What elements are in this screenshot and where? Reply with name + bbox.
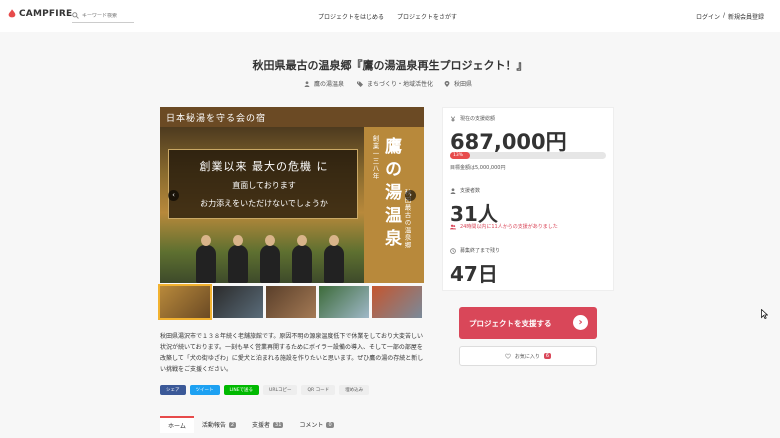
search-icon — [72, 12, 79, 19]
remaining-label: 募集終了まで残り — [450, 247, 500, 254]
next-slide-arrow[interactable]: › — [405, 190, 416, 201]
remaining-days: 47日 — [450, 262, 498, 286]
hero-top-caption: 日本秘湯を守る会の宿 — [166, 114, 267, 124]
goal-amount-text: 目標金額は5,000,000円 — [450, 165, 506, 171]
arrow-right-icon: › — [573, 315, 588, 330]
hero-banner: 創業以来 最大の危機 に 直面しております お力添えをいただけないでしょうか — [168, 149, 358, 219]
qr-code-button[interactable]: QR コード — [301, 385, 336, 395]
url-copy-button[interactable]: URLコピー — [263, 385, 298, 395]
url-copy-label: URLコピー — [269, 388, 292, 393]
side-main-name: 鷹の湯温泉 — [381, 137, 401, 252]
users-icon — [450, 224, 456, 229]
image-thumbnails — [158, 284, 424, 320]
tab-activity-reports[interactable]: 活動報告 2 — [194, 416, 244, 433]
hero-photo: 創業以来 最大の危機 に 直面しております お力添えをいただけないでしょうか — [160, 127, 364, 283]
thumbnail[interactable] — [372, 286, 422, 318]
line-share-button[interactable]: LINEで送る — [223, 385, 260, 395]
location-name: 秋田県 — [454, 81, 473, 88]
staff-figure — [196, 235, 216, 283]
logo-text: CAMPFIRE — [19, 9, 73, 19]
project-location[interactable]: 秋田県 — [444, 79, 472, 88]
project-category[interactable]: まちづくり・地域活性化 — [357, 79, 433, 88]
auth-links: ログイン / 新規会員登録 — [696, 12, 764, 21]
tab-label: 活動報告 — [201, 422, 226, 429]
tab-label: コメント — [299, 422, 324, 429]
goal-amount: 目標金額は5,000,000円 — [450, 164, 505, 171]
project-main-image[interactable]: 日本秘湯を守る会の宿 創業以来 最大の危機 に 直面しております お力添えをいた… — [160, 107, 424, 283]
prev-slide-arrow[interactable]: ‹ — [168, 190, 179, 201]
backers-label-text: 支援者数 — [460, 188, 481, 194]
project-owner[interactable]: 鷹の湯温泉 — [304, 79, 344, 88]
current-amount-label: 現在の支援総額 — [450, 115, 495, 122]
staff-figure — [292, 235, 312, 283]
thumbnail[interactable] — [266, 286, 316, 318]
thumbnail[interactable] — [213, 286, 263, 318]
flame-icon — [8, 9, 16, 18]
support-project-button[interactable]: プロジェクトを支援する › — [459, 307, 597, 339]
tab-count-badge: 0 — [326, 421, 334, 428]
current-amount-label-text: 現在の支援総額 — [460, 116, 496, 122]
recent-backers-text: 24時間以内に11人からの支援がありました — [460, 224, 558, 230]
favorite-label: お気に入り — [514, 353, 540, 360]
hero-side-panel: 創業一三八年 秋田最古の温泉郷 鷹の湯温泉 — [364, 127, 424, 283]
staff-figure — [260, 235, 280, 283]
tab-home[interactable]: ホーム — [160, 416, 194, 433]
search-box[interactable] — [72, 9, 134, 23]
tab-count-badge: 31 — [273, 421, 284, 428]
staff-figure — [228, 235, 248, 283]
auth-separator: / — [722, 12, 725, 19]
mouse-cursor-icon — [761, 309, 768, 319]
location-pin-icon — [444, 80, 450, 87]
campfire-logo[interactable]: CAMPFIRE — [8, 9, 72, 19]
thumbnail[interactable] — [319, 286, 369, 318]
staff-figure — [324, 235, 344, 283]
twitter-share-button[interactable]: ツイート — [189, 385, 220, 395]
hero-top-strip: 日本秘湯を守る会の宿 — [160, 107, 424, 127]
embed-button[interactable]: 埋め込み — [339, 385, 370, 395]
favorite-count-badge: 6 — [543, 353, 552, 359]
staff-photo-group — [190, 235, 350, 283]
project-description: 秋田県湯沢市で１３８年続く老舗旅館です。原因不明の源泉温度低下で休業をしており大… — [160, 333, 424, 373]
site-header: CAMPFIRE プロジェクトをはじめる プロジェクトをさがす ログイン / 新… — [0, 0, 780, 32]
login-link[interactable]: ログイン — [696, 12, 720, 21]
facebook-share-label: シェア — [166, 388, 180, 393]
project-tabs: ホーム 活動報告 2 支援者 31 コメント 0 — [160, 416, 342, 433]
favorite-button[interactable]: お気に入り 6 — [459, 346, 597, 366]
line-share-label: LINEで送る — [229, 388, 254, 393]
user-icon — [450, 187, 456, 194]
tab-comments[interactable]: コメント 0 — [291, 416, 341, 433]
twitter-share-label: ツイート — [195, 388, 214, 393]
progress-percent: 13% — [453, 153, 464, 158]
banner-line-2: 直面しております — [232, 181, 296, 190]
heart-icon — [505, 353, 511, 359]
banner-line-3: お力添えをいただけないでしょうか — [200, 199, 328, 208]
share-buttons: シェア ツイート LINEで送る URLコピー QR コード 埋め込み — [160, 385, 370, 395]
register-link[interactable]: 新規会員登録 — [728, 12, 764, 21]
tab-label: 支援者 — [252, 422, 271, 429]
funding-progress-bar: 13% — [450, 152, 606, 159]
tab-supporters[interactable]: 支援者 31 — [244, 416, 291, 433]
banner-line-1: 創業以来 最大の危機 に — [199, 160, 329, 173]
embed-label: 埋め込み — [345, 388, 364, 393]
recent-backers-note: 24時間以内に11人からの支援がありました — [450, 223, 558, 230]
qr-code-label: QR コード — [307, 388, 330, 393]
remaining-label-text: 募集終了まで残り — [460, 248, 501, 254]
tab-count-badge: 2 — [228, 421, 237, 428]
nav-start-project[interactable]: プロジェクトをはじめる — [318, 12, 384, 21]
owner-name: 鷹の湯温泉 — [314, 81, 345, 88]
search-input[interactable] — [82, 12, 132, 19]
facebook-share-button[interactable]: シェア — [160, 385, 186, 395]
backers-label: 支援者数 — [450, 187, 480, 194]
tag-icon — [357, 81, 363, 87]
category-name: まちづくり・地域活性化 — [367, 81, 434, 88]
tab-label: ホーム — [168, 423, 186, 430]
support-button-label: プロジェクトを支援する — [469, 318, 552, 328]
clock-icon — [450, 247, 456, 254]
user-icon — [304, 80, 310, 87]
project-title: 秋田県最古の温泉郷『鷹の湯温泉再生プロジェクト！』 — [252, 59, 528, 72]
progress-fill: 13% — [450, 152, 471, 159]
thumbnail[interactable] — [158, 284, 212, 320]
yen-icon — [450, 115, 456, 122]
nav-find-project[interactable]: プロジェクトをさがす — [397, 12, 457, 21]
